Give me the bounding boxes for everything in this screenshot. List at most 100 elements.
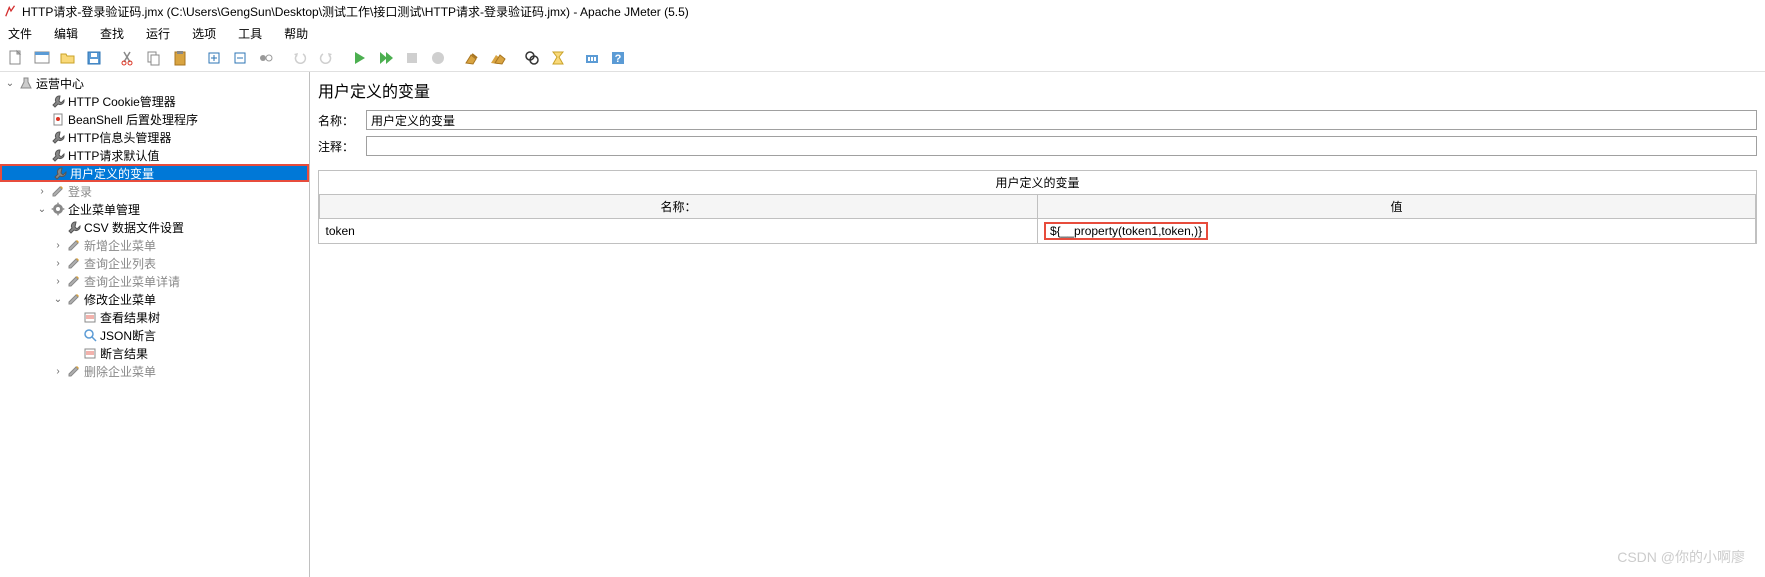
svg-text:?: ?	[615, 53, 622, 65]
function-helper-icon[interactable]	[580, 46, 604, 70]
menu-run[interactable]: 运行	[142, 23, 174, 44]
open-icon[interactable]	[56, 46, 80, 70]
watermark: CSDN @你的小啊廖	[1617, 547, 1745, 567]
wrench-icon	[52, 165, 68, 181]
template-icon[interactable]	[30, 46, 54, 70]
cut-icon[interactable]	[116, 46, 140, 70]
cell-value[interactable]: ${__property(token1,token,)}	[1038, 219, 1756, 244]
caret-icon[interactable]: ⌄	[52, 294, 64, 305]
tree-item[interactable]: JSON断言	[0, 326, 309, 344]
name-input[interactable]	[366, 110, 1757, 130]
tree-item[interactable]: › 登录	[0, 182, 309, 200]
cell-name[interactable]: token	[320, 219, 1038, 244]
save-icon[interactable]	[82, 46, 106, 70]
tree-root[interactable]: ⌄ 运营中心	[0, 74, 309, 92]
caret-icon[interactable]: ›	[52, 276, 64, 287]
paste-icon[interactable]	[168, 46, 192, 70]
redo-icon[interactable]	[314, 46, 338, 70]
run-no-pause-icon[interactable]	[374, 46, 398, 70]
caret-icon[interactable]: ›	[36, 186, 48, 197]
clear-icon[interactable]	[460, 46, 484, 70]
variables-subtitle: 用户定义的变量	[319, 171, 1756, 194]
menu-file[interactable]: 文件	[4, 23, 36, 44]
col-value[interactable]: 值	[1038, 195, 1756, 219]
reset-search-icon[interactable]	[546, 46, 570, 70]
table-row[interactable]: token ${__property(token1,token,)}	[320, 219, 1756, 244]
name-label: 名称：	[318, 112, 358, 129]
tree-item[interactable]: 断言结果	[0, 344, 309, 362]
caret-icon[interactable]: ›	[52, 366, 64, 377]
menu-bar: 文件 编辑 查找 运行 选项 工具 帮助	[0, 22, 1765, 44]
tree-item[interactable]: 查看结果树	[0, 308, 309, 326]
tree-item[interactable]: HTTP Cookie管理器	[0, 92, 309, 110]
col-name[interactable]: 名称：	[320, 195, 1038, 219]
tree-label: 企业菜单管理	[68, 201, 140, 218]
tree-label: HTTP信息头管理器	[68, 129, 171, 146]
search-icon[interactable]	[520, 46, 544, 70]
content-panel: 用户定义的变量 名称： 注释： 用户定义的变量 名称： 值	[310, 72, 1765, 577]
toggle-icon[interactable]	[254, 46, 278, 70]
tree-item[interactable]: ⌄ 修改企业菜单	[0, 290, 309, 308]
doc-icon	[50, 111, 66, 127]
help-icon[interactable]: ?	[606, 46, 630, 70]
window-title: HTTP请求-登录验证码.jmx (C:\Users\GengSun\Deskt…	[22, 3, 689, 20]
tree-item[interactable]: › 查询企业菜单详请	[0, 272, 309, 290]
caret-icon[interactable]: ›	[52, 240, 64, 251]
variables-table[interactable]: 名称： 值 token ${__property(token1,token,)}	[319, 194, 1756, 243]
copy-icon[interactable]	[142, 46, 166, 70]
comment-label: 注释：	[318, 138, 358, 155]
result-icon	[82, 309, 98, 325]
tree-item[interactable]: 用户定义的变量	[0, 164, 309, 182]
tree-panel[interactable]: ⌄ 运营中心 HTTP Cookie管理器BeanShell 后置处理程序HTT…	[0, 72, 310, 577]
tree-item[interactable]: HTTP信息头管理器	[0, 128, 309, 146]
expand-icon[interactable]	[202, 46, 226, 70]
tree-item[interactable]: BeanShell 后置处理程序	[0, 110, 309, 128]
pencil-icon	[66, 363, 82, 379]
pencil-icon	[50, 183, 66, 199]
pencil-icon	[66, 255, 82, 271]
menu-edit[interactable]: 编辑	[50, 23, 82, 44]
menu-find[interactable]: 查找	[96, 23, 128, 44]
tree-item[interactable]: HTTP请求默认值	[0, 146, 309, 164]
menu-options[interactable]: 选项	[188, 23, 220, 44]
tree-item[interactable]: ›查询企业列表	[0, 254, 309, 272]
tree-label: HTTP Cookie管理器	[68, 93, 176, 110]
pencil-icon	[66, 237, 82, 253]
pencil-icon	[66, 273, 82, 289]
pencil-icon	[66, 291, 82, 307]
menu-help[interactable]: 帮助	[280, 23, 312, 44]
shutdown-icon[interactable]	[426, 46, 450, 70]
tree-label: 修改企业菜单	[84, 291, 156, 308]
panel-title: 用户定义的变量	[318, 78, 1757, 102]
variables-panel: 用户定义的变量 名称： 值 token ${__property(token1,…	[318, 170, 1757, 244]
app-icon	[4, 4, 18, 18]
flask-icon	[18, 75, 34, 91]
toolbar: ?	[0, 44, 1765, 72]
comment-input[interactable]	[366, 136, 1757, 156]
stop-icon[interactable]	[400, 46, 424, 70]
wrench-icon	[66, 219, 82, 235]
new-icon[interactable]	[4, 46, 28, 70]
tree-label: 断言结果	[100, 345, 148, 362]
caret-icon[interactable]: ›	[52, 258, 64, 269]
tree-item[interactable]: ⌄ 企业菜单管理	[0, 200, 309, 218]
undo-icon[interactable]	[288, 46, 312, 70]
tree-item[interactable]: CSV 数据文件设置	[0, 218, 309, 236]
tree-label: 用户定义的变量	[70, 165, 154, 182]
menu-tools[interactable]: 工具	[234, 23, 266, 44]
tree-item[interactable]: ›删除企业菜单	[0, 362, 309, 380]
tree-label: BeanShell 后置处理程序	[68, 111, 198, 128]
tree-label: 查询企业菜单详请	[84, 273, 180, 290]
caret-down-icon[interactable]: ⌄	[4, 78, 16, 89]
tree-label: 新增企业菜单	[84, 237, 156, 254]
gear-icon	[50, 201, 66, 217]
tree-item[interactable]: › 新增企业菜单	[0, 236, 309, 254]
search-icon	[82, 327, 98, 343]
title-bar: HTTP请求-登录验证码.jmx (C:\Users\GengSun\Deskt…	[0, 0, 1765, 22]
clear-all-icon[interactable]	[486, 46, 510, 70]
run-icon[interactable]	[348, 46, 372, 70]
caret-icon[interactable]: ⌄	[36, 204, 48, 215]
collapse-icon[interactable]	[228, 46, 252, 70]
tree-label: JSON断言	[100, 327, 156, 344]
tree-label: 登录	[68, 183, 92, 200]
